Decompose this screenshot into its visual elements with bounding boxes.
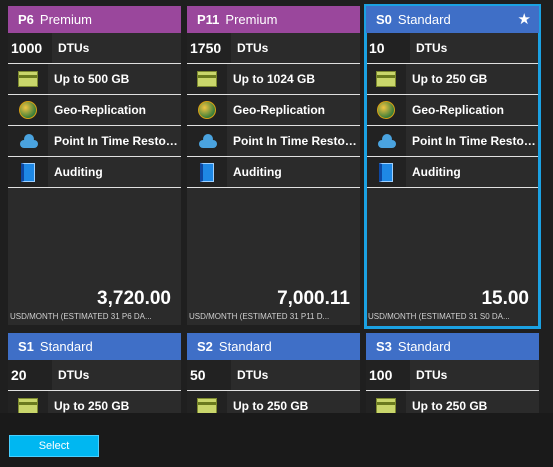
dtu-value: 1750 [187,33,231,63]
tier-card-header: P11 Premium [187,6,360,33]
cloud-icon [17,134,39,148]
storage-icon [376,398,396,413]
tier-edition: Premium [39,12,92,27]
tier-name: P6 [18,12,34,27]
storage-icon [18,71,38,87]
dtu-row: 1750 DTUs [187,33,360,64]
price-estimate: USD/MONTH (ESTIMATED 31 P6 DA... [10,312,152,321]
auditing-row: Auditing [366,157,539,188]
dtu-label: DTUs [416,41,448,55]
dtu-row: 50 DTUs [187,360,360,391]
storage-label: Up to 250 GB [54,399,130,413]
storage-icon [18,398,38,413]
tier-card-s0[interactable]: S0 Standard ★ 10 DTUs Up to 250 GB Geo-R… [364,4,541,329]
dtu-row: 1000 DTUs [8,33,181,64]
tier-name: S0 [376,12,392,27]
tier-edition: Standard [397,12,451,27]
dtu-row: 100 DTUs [366,360,539,391]
globe-icon [19,101,37,119]
dtu-label: DTUs [237,368,269,382]
price-value: 7,000.11 [277,288,350,309]
tier-name: S2 [197,339,213,354]
tier-edition: Premium [225,12,278,27]
price-value: 15.00 [481,288,529,309]
restore-row: Point In Time Restore ... [187,126,360,157]
dtu-row: 10 DTUs [366,33,539,64]
book-icon [379,162,393,182]
restore-row: Point In Time Restore ... [8,126,181,157]
auditing-row: Auditing [187,157,360,188]
tier-card-s3[interactable]: S3 Standard 100 DTUs Up to 250 GB [366,333,539,413]
geo-row: Geo-Replication [187,95,360,126]
dtu-label: DTUs [416,368,448,382]
tier-edition: Standard [397,339,451,354]
tier-name: S1 [18,339,34,354]
globe-icon [198,101,216,119]
footer-bar: Select [0,413,553,467]
book-icon [200,162,214,182]
tier-card-header: S0 Standard ★ [366,6,539,33]
geo-label: Geo-Replication [233,103,326,117]
storage-label: Up to 250 GB [412,399,488,413]
tier-card-p11[interactable]: P11 Premium 1750 DTUs Up to 1024 GB Geo-… [187,6,360,325]
tier-name: S3 [376,339,392,354]
storage-label: Up to 250 GB [412,72,488,86]
storage-row: Up to 250 GB [187,391,360,413]
restore-label: Point In Time Restore ... [412,134,539,148]
storage-label: Up to 500 GB [54,72,130,86]
auditing-label: Auditing [233,165,282,179]
geo-row: Geo-Replication [8,95,181,126]
storage-row: Up to 250 GB [366,391,539,413]
geo-row: Geo-Replication [366,95,539,126]
dtu-label: DTUs [58,368,90,382]
restore-label: Point In Time Restore ... [233,134,360,148]
storage-label: Up to 1024 GB [233,72,316,86]
tier-name: P11 [197,12,220,27]
auditing-row: Auditing [8,157,181,188]
tier-card-header: S3 Standard [366,333,539,360]
dtu-label: DTUs [58,41,90,55]
auditing-label: Auditing [412,165,461,179]
select-button[interactable]: Select [9,435,99,457]
storage-label: Up to 250 GB [233,399,309,413]
dtu-row: 20 DTUs [8,360,181,391]
tier-card-header: S2 Standard [187,333,360,360]
tier-card-p6[interactable]: P6 Premium 1000 DTUs Up to 500 GB Geo-Re… [8,6,181,325]
dtu-value: 10 [366,33,410,63]
storage-row: Up to 1024 GB [187,64,360,95]
geo-label: Geo-Replication [54,103,147,117]
tier-edition: Standard [39,339,93,354]
storage-icon [197,398,217,413]
restore-row: Point In Time Restore ... [366,126,539,157]
price-estimate: USD/MONTH (ESTIMATED 31 P11 D... [189,312,330,321]
storage-row: Up to 500 GB [8,64,181,95]
tier-card-header: P6 Premium [8,6,181,33]
storage-row: Up to 250 GB [8,391,181,413]
book-icon [21,162,35,182]
storage-row: Up to 250 GB [366,64,539,95]
tier-card-s1[interactable]: S1 Standard 20 DTUs Up to 250 GB [8,333,181,413]
dtu-label: DTUs [237,41,269,55]
dtu-value: 100 [366,360,410,390]
globe-icon [377,101,395,119]
tier-card-header: S1 Standard [8,333,181,360]
dtu-value: 20 [8,360,52,390]
auditing-label: Auditing [54,165,103,179]
cloud-icon [375,134,397,148]
storage-icon [376,71,396,87]
restore-label: Point In Time Restore ... [54,134,181,148]
cloud-icon [196,134,218,148]
tier-edition: Standard [218,339,272,354]
price-value: 3,720.00 [97,288,171,309]
tier-card-s2[interactable]: S2 Standard 50 DTUs Up to 250 GB [187,333,360,413]
star-icon: ★ [517,11,531,28]
geo-label: Geo-Replication [412,103,505,117]
dtu-value: 1000 [8,33,52,63]
storage-icon [197,71,217,87]
dtu-value: 50 [187,360,231,390]
price-estimate: USD/MONTH (ESTIMATED 31 S0 DA... [368,312,510,321]
pricing-tier-grid: P6 Premium 1000 DTUs Up to 500 GB Geo-Re… [0,0,553,413]
